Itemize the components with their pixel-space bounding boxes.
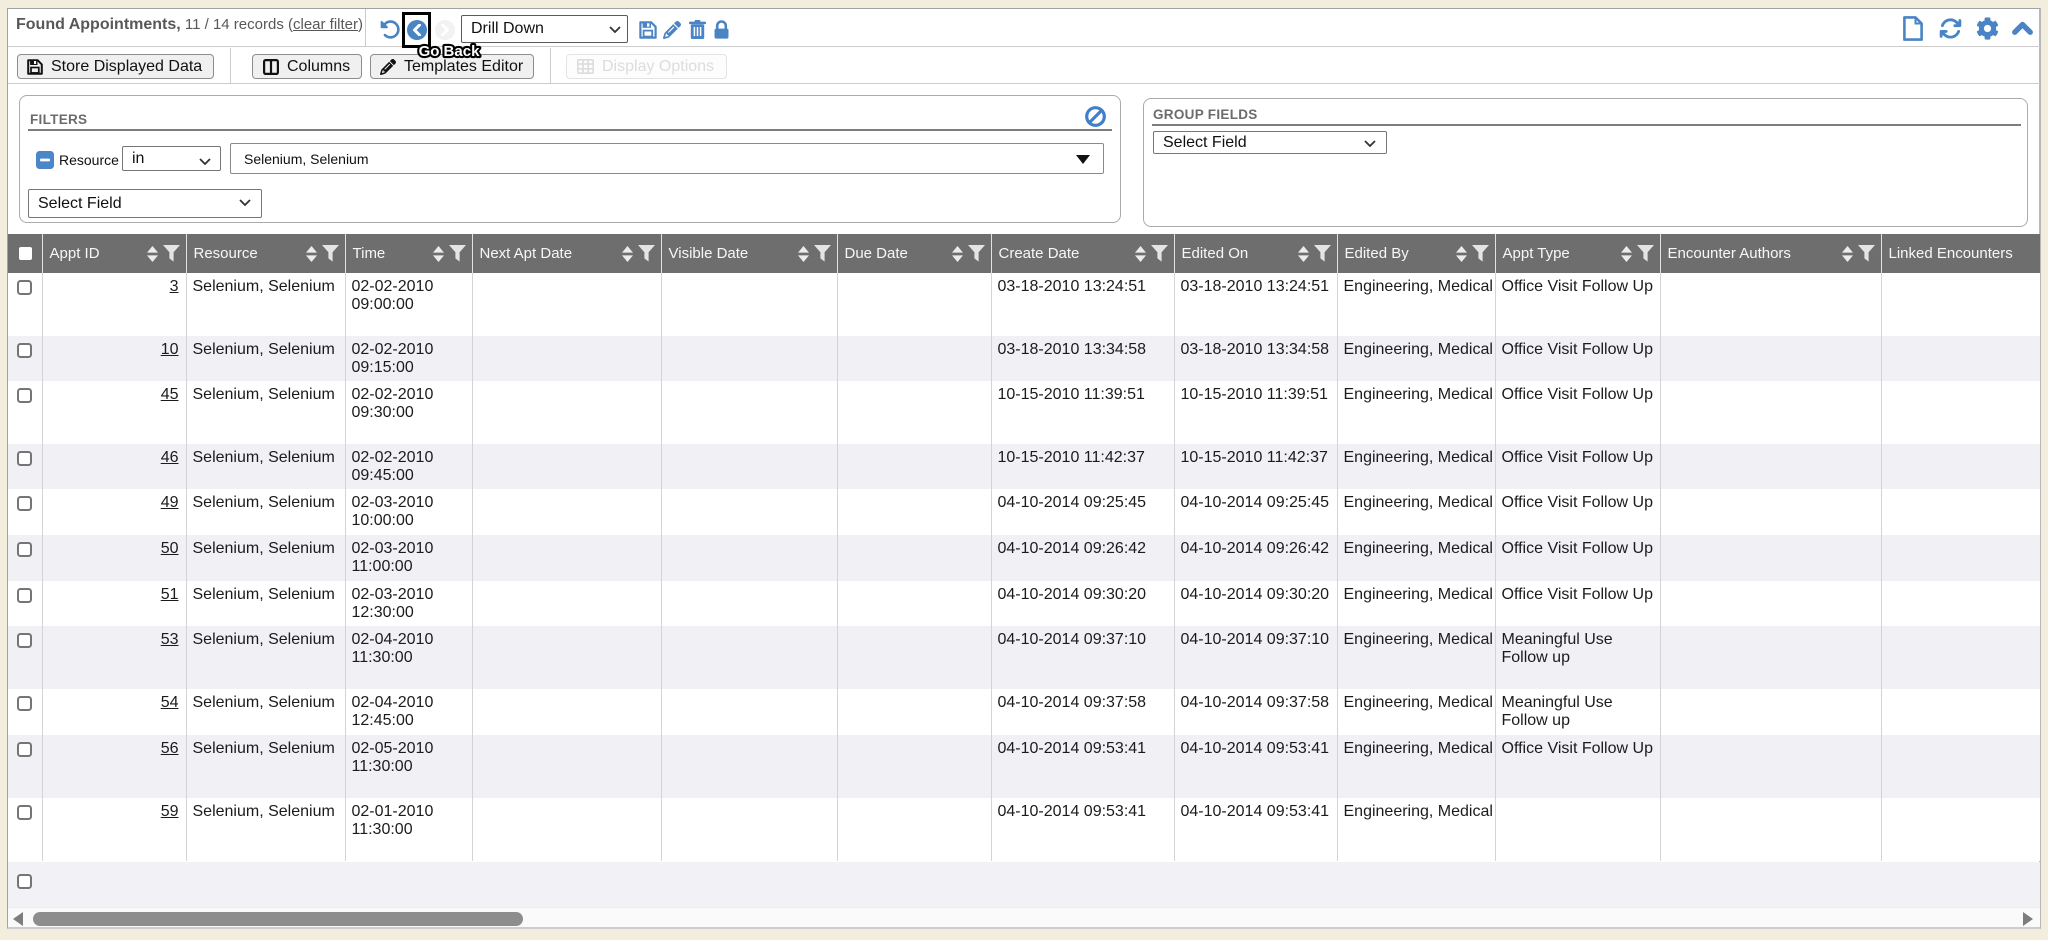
- svg-text:Go Back: Go Back: [419, 43, 481, 60]
